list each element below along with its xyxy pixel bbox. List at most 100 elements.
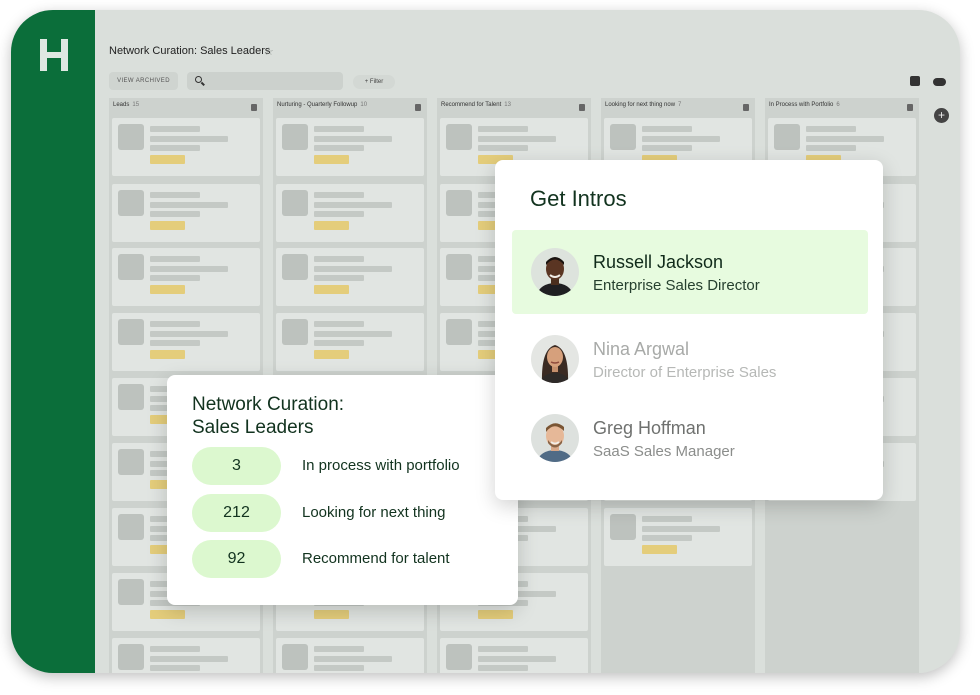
card-tag	[150, 285, 185, 294]
search-input[interactable]	[187, 72, 343, 90]
card-tag	[150, 221, 185, 230]
card-thumbnail	[118, 579, 144, 605]
card-text-line	[478, 665, 528, 671]
card-thumbnail	[282, 319, 308, 345]
card-tag	[314, 155, 349, 164]
logo-icon[interactable]	[40, 39, 68, 71]
card-thumbnail	[118, 254, 144, 280]
stat-label: Looking for next thing	[302, 504, 446, 521]
card-text-line	[478, 136, 556, 142]
placeholder-card[interactable]	[112, 313, 260, 371]
stat-label: In process with portfolio	[302, 457, 460, 474]
card-text-line	[314, 266, 392, 272]
placeholder-card[interactable]	[276, 638, 424, 673]
card-text-line	[150, 321, 200, 327]
card-text-line	[150, 275, 200, 281]
placeholder-card[interactable]	[112, 118, 260, 176]
avatar	[531, 248, 579, 296]
column-name: In Process with Portfolio	[769, 102, 834, 108]
trash-icon[interactable]	[579, 104, 585, 111]
placeholder-card[interactable]	[276, 118, 424, 176]
trash-icon[interactable]	[415, 104, 421, 111]
card-text-line	[150, 266, 228, 272]
column-name: Looking for next thing now	[605, 102, 676, 108]
person-row-russell-jackson[interactable]: Russell Jackson Enterprise Sales Directo…	[512, 230, 868, 314]
logo-bar	[47, 52, 61, 58]
card-thumbnail	[446, 124, 472, 150]
card-thumbnail	[282, 190, 308, 216]
card-text-line	[642, 535, 692, 541]
card-text-line	[314, 656, 392, 662]
sidebar	[11, 10, 95, 673]
avatar	[531, 414, 579, 462]
person-row-greg-hoffman[interactable]: Greg Hoffman SaaS Sales Manager	[512, 396, 868, 480]
placeholder-card[interactable]	[112, 184, 260, 242]
card-text-line	[314, 331, 392, 337]
add-column-icon[interactable]: +	[934, 108, 949, 123]
column-count: 13	[504, 102, 511, 108]
card-text-line	[806, 136, 884, 142]
person-role: SaaS Sales Manager	[593, 443, 735, 460]
trash-icon[interactable]	[907, 104, 913, 111]
card-thumbnail	[446, 644, 472, 670]
person-role: Enterprise Sales Director	[593, 277, 760, 294]
card-text-line	[478, 656, 556, 662]
stats-title-line2: Sales Leaders	[192, 417, 314, 438]
card-thumbnail	[118, 449, 144, 475]
card-text-line	[314, 321, 364, 327]
stats-title-line1: Network Curation:	[192, 394, 345, 415]
column-name: Nurturing - Quarterly Followup	[277, 102, 358, 108]
card-text-line	[150, 646, 200, 652]
card-tag	[478, 610, 513, 619]
card-tag	[314, 610, 349, 619]
star-icon[interactable]: ☆	[264, 45, 274, 58]
placeholder-card[interactable]	[276, 184, 424, 242]
placeholder-card[interactable]	[112, 638, 260, 673]
stats-title: Network Curation: Sales Leaders	[192, 393, 412, 439]
cloud-upload-icon[interactable]	[933, 78, 946, 86]
stat-value-pill: 212	[192, 494, 281, 532]
card-text-line	[150, 136, 228, 142]
archive-icon[interactable]	[910, 76, 920, 86]
card-tag	[150, 610, 185, 619]
column-count: 6	[836, 102, 840, 108]
filter-button[interactable]: + Filter	[353, 75, 395, 89]
column-name: Recommend for Talent	[441, 102, 502, 108]
board-title: Network Curation: Sales Leaders	[109, 45, 271, 57]
trash-icon[interactable]	[743, 104, 749, 111]
placeholder-card[interactable]	[440, 638, 588, 673]
get-intros-card: Get Intros Russell Jackson Enterprise Sa…	[495, 160, 883, 500]
placeholder-card[interactable]	[112, 248, 260, 306]
stats-card: Network Curation: Sales Leaders 3 In pro…	[167, 375, 518, 605]
card-text-line	[642, 136, 720, 142]
stat-row[interactable]: 92 Recommend for talent	[192, 540, 512, 578]
person-row-nina-argwal[interactable]: Nina Argwal Director of Enterprise Sales	[512, 317, 868, 401]
card-text-line	[642, 145, 692, 151]
stat-label: Recommend for talent	[302, 550, 450, 567]
card-text-line	[314, 202, 392, 208]
column-count: 15	[132, 102, 140, 108]
card-text-line	[314, 256, 364, 262]
stat-row[interactable]: 3 In process with portfolio	[192, 447, 512, 485]
trash-icon[interactable]	[251, 104, 257, 111]
card-thumbnail	[282, 254, 308, 280]
placeholder-card[interactable]	[604, 508, 752, 566]
card-text-line	[150, 256, 200, 262]
card-tag	[150, 155, 185, 164]
card-thumbnail	[118, 384, 144, 410]
card-tag	[150, 350, 185, 359]
placeholder-card[interactable]	[276, 248, 424, 306]
card-thumbnail	[446, 254, 472, 280]
card-text-line	[314, 646, 364, 652]
card-text-line	[314, 665, 364, 671]
stat-value-pill: 3	[192, 447, 281, 485]
card-text-line	[642, 126, 692, 132]
card-thumbnail	[446, 319, 472, 345]
stat-row[interactable]: 212 Looking for next thing	[192, 494, 512, 532]
card-thumbnail	[118, 514, 144, 540]
card-tag	[314, 350, 349, 359]
view-archived-button[interactable]: VIEW ARCHIVED	[109, 72, 178, 90]
placeholder-card[interactable]	[276, 313, 424, 371]
stat-value-pill: 92	[192, 540, 281, 578]
card-thumbnail	[118, 190, 144, 216]
